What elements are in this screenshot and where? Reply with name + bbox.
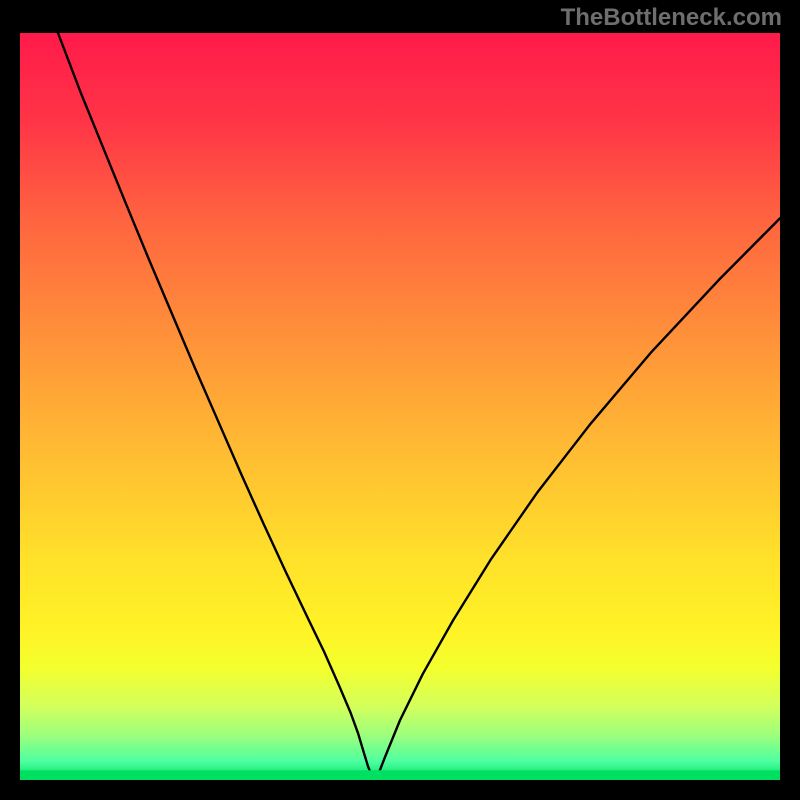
green-baseline-strip (20, 770, 780, 780)
watermark-text: TheBottleneck.com (561, 4, 782, 32)
chart-canvas (20, 33, 780, 780)
gradient-background (20, 33, 780, 780)
